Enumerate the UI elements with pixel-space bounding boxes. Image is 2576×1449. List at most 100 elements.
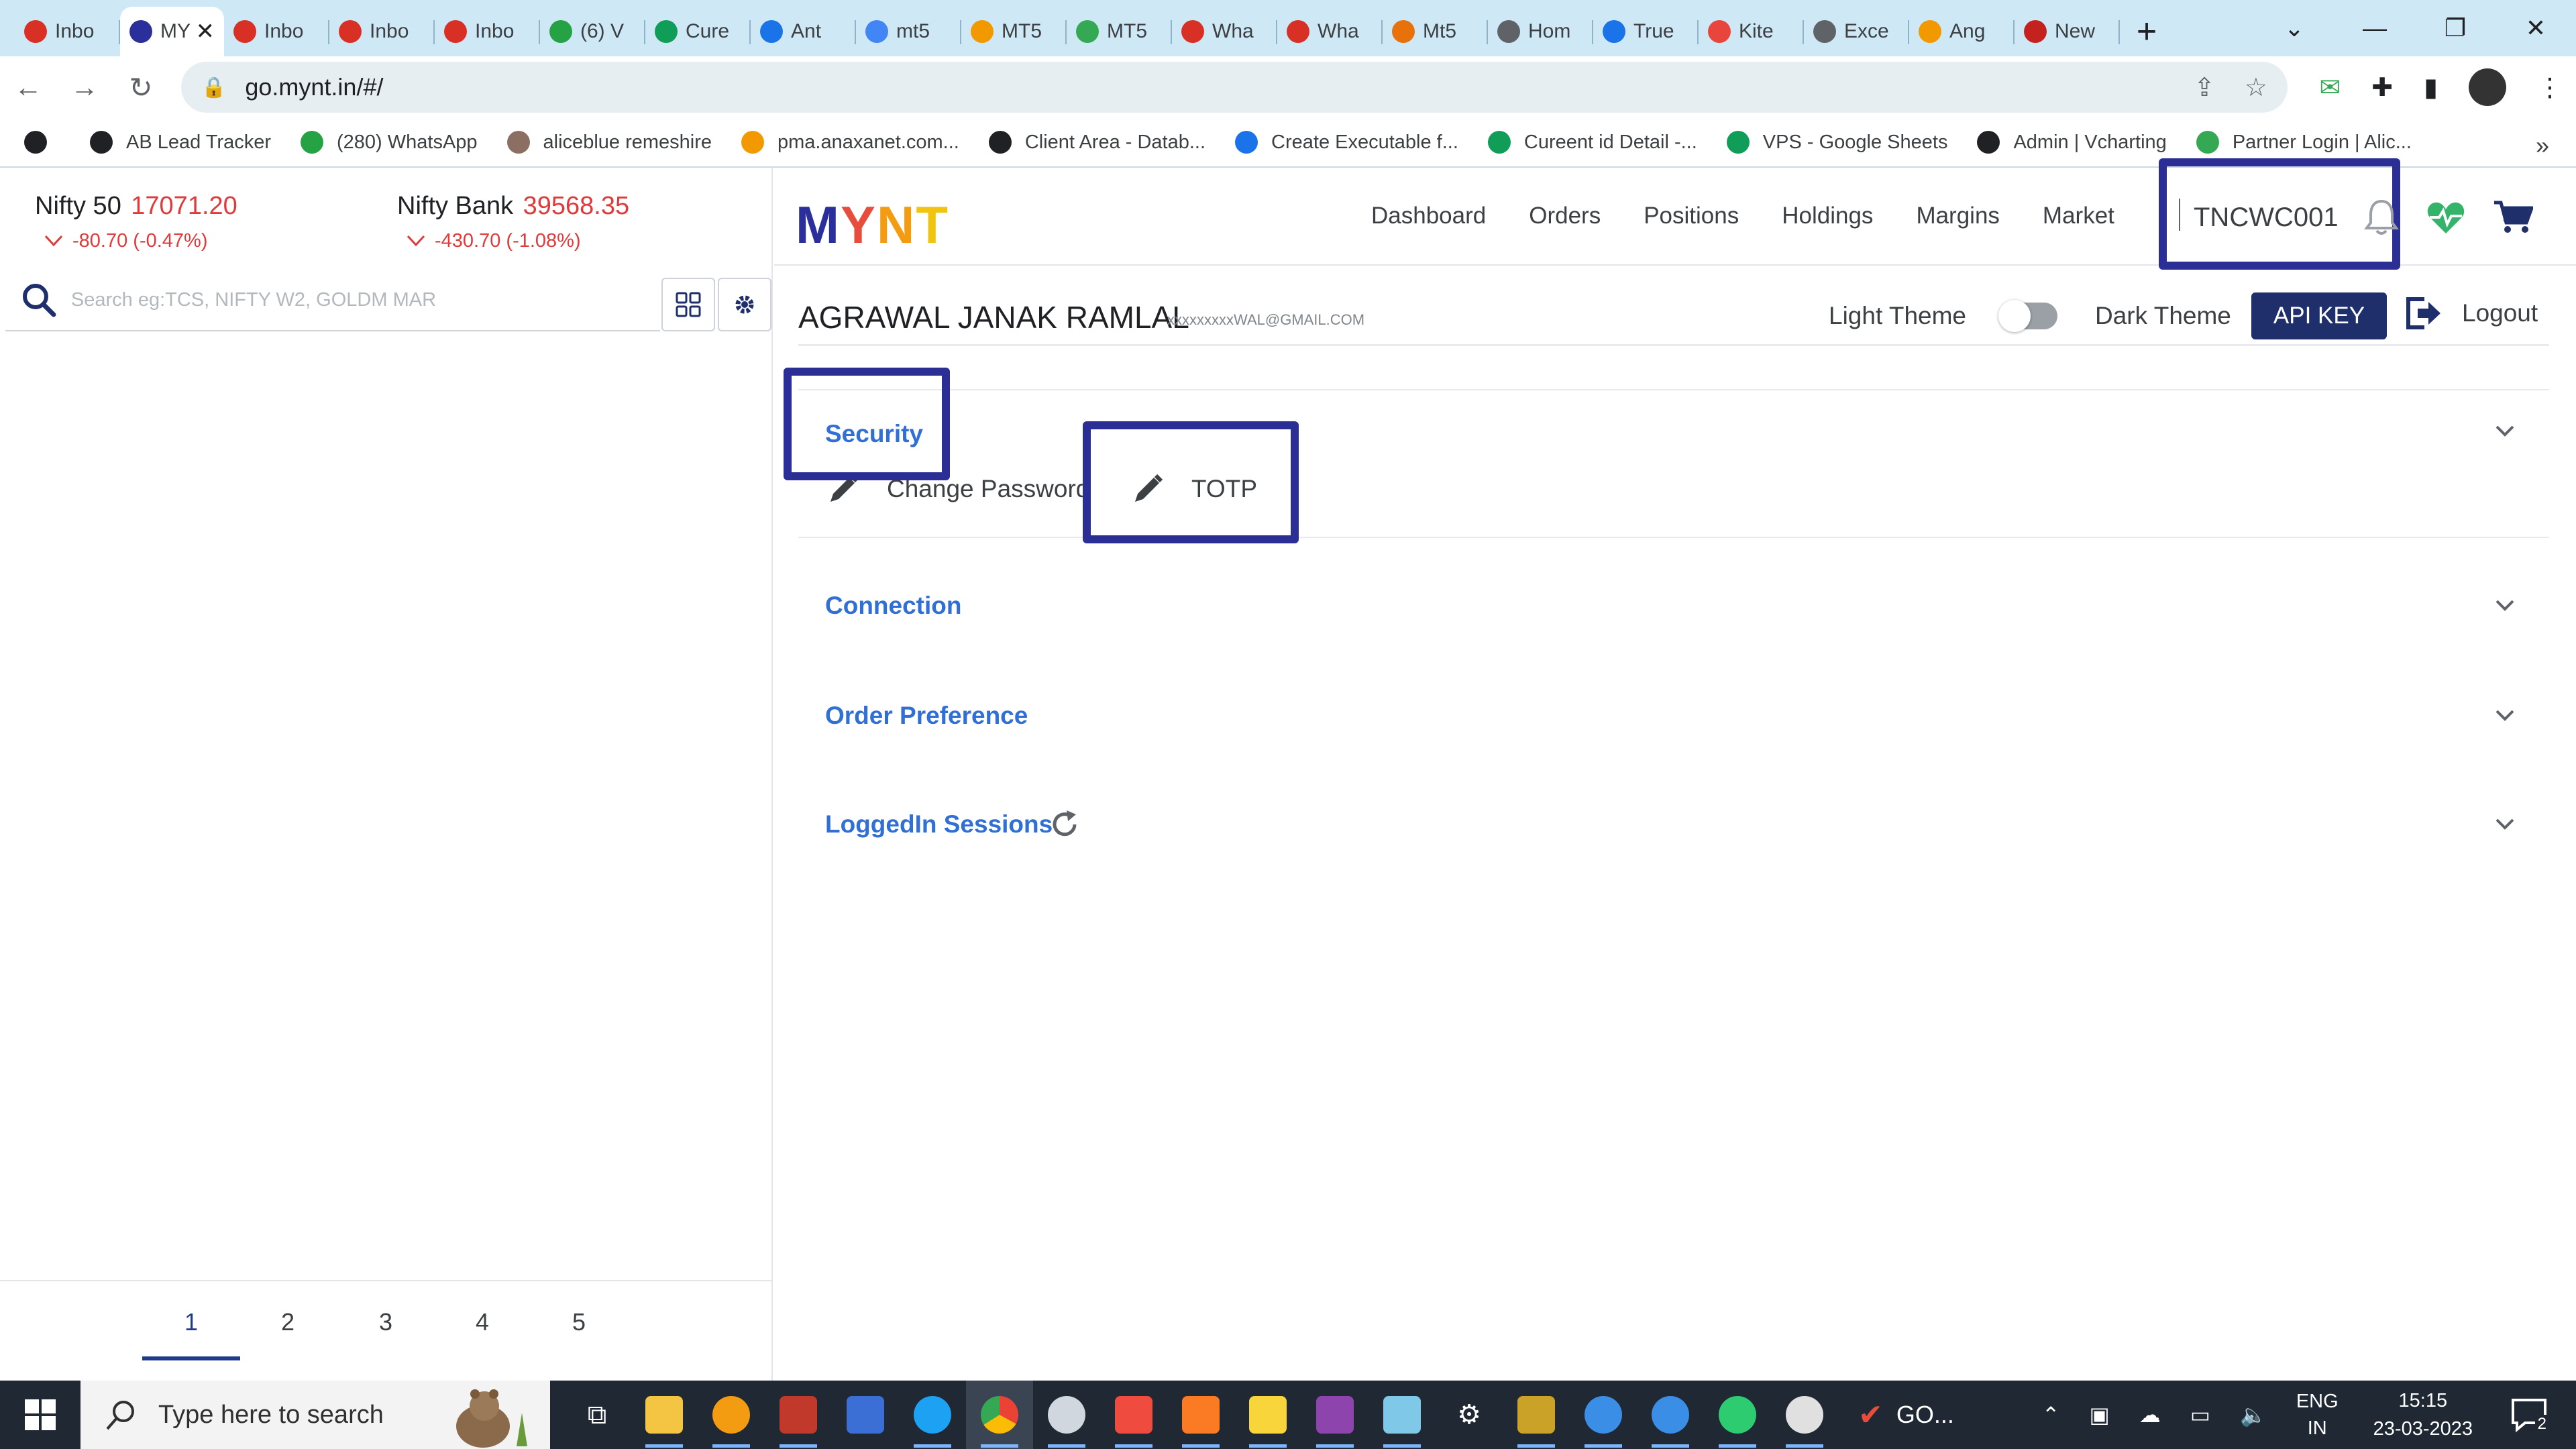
skype-icon[interactable]	[899, 1381, 966, 1449]
notepad-icon[interactable]	[1368, 1381, 1436, 1449]
cart-icon[interactable]	[2493, 199, 2533, 236]
chevron-down-icon[interactable]	[2491, 592, 2518, 619]
browser-tab[interactable]: Inbo	[435, 7, 540, 56]
side-panel-icon[interactable]: ▮	[2424, 72, 2438, 103]
search-input[interactable]	[70, 288, 660, 311]
chevron-down-icon[interactable]	[2491, 702, 2518, 729]
language-indicator[interactable]: ENG IN	[2296, 1388, 2339, 1442]
bookmark-item[interactable]: Client Area - Datab...	[988, 131, 1205, 154]
index-nifty50[interactable]: Nifty 50 17071.20 -80.70 (-0.47%)	[35, 192, 237, 252]
watchlist-settings-button[interactable]	[718, 278, 771, 331]
restore-icon[interactable]: ❐	[2415, 14, 2496, 42]
paint-icon[interactable]	[1771, 1381, 1838, 1449]
nav-positions[interactable]: Positions	[1644, 203, 1739, 229]
snipping-tool-icon[interactable]	[1033, 1381, 1100, 1449]
user-app-2-icon[interactable]	[1637, 1381, 1704, 1449]
page-tab-4[interactable]: 4	[433, 1308, 531, 1336]
metatrader-icon[interactable]	[1503, 1381, 1570, 1449]
section-title-order-preference[interactable]: Order Preference	[825, 702, 1028, 730]
minimize-icon[interactable]: —	[2334, 14, 2415, 42]
chevron-down-icon[interactable]	[2491, 417, 2518, 444]
search-app-icon[interactable]	[698, 1381, 765, 1449]
browser-tab[interactable]: Mt5	[1383, 7, 1488, 56]
meet-now-icon[interactable]: ▣	[2090, 1402, 2110, 1428]
network-app-icon[interactable]	[832, 1381, 899, 1449]
bookmark-item[interactable]: AB Lead Tracker	[90, 131, 271, 154]
taskbar-search[interactable]: Type here to search	[80, 1381, 550, 1449]
bookmark-item[interactable]: Create Executable f...	[1235, 131, 1458, 154]
browser-tab[interactable]: Cure	[645, 7, 751, 56]
api-key-button[interactable]: API KEY	[2251, 292, 2387, 339]
tab-search-icon[interactable]: ⌄	[2254, 14, 2334, 42]
bookmark-star-icon[interactable]: ☆	[2245, 72, 2267, 103]
new-tab-button[interactable]: +	[2120, 7, 2174, 56]
bell-icon[interactable]	[2364, 199, 2399, 236]
close-window-icon[interactable]: ✕	[2496, 14, 2576, 42]
apps-globe-icon[interactable]	[24, 131, 60, 154]
page-tab-5[interactable]: 5	[530, 1308, 628, 1336]
browser-tab[interactable]: (6) V	[540, 7, 645, 56]
browser-tab[interactable]: MYNT✕	[120, 7, 224, 56]
filezilla-icon[interactable]	[765, 1381, 832, 1449]
visual-studio-icon[interactable]	[1301, 1381, 1368, 1449]
user-app-icon[interactable]	[1570, 1381, 1637, 1449]
volume-icon[interactable]: 🔈	[2240, 1402, 2267, 1428]
bookmarks-overflow[interactable]: »	[2536, 131, 2549, 160]
health-heart-icon[interactable]	[2426, 199, 2466, 236]
chevron-down-icon[interactable]	[2491, 810, 2518, 837]
browser-tab[interactable]: Wha	[1172, 7, 1277, 56]
extensions-puzzle-icon[interactable]: ✚	[2371, 72, 2393, 103]
browser-tab[interactable]: Inbo	[329, 7, 435, 56]
metatrader-5-icon[interactable]	[1704, 1381, 1771, 1449]
settings-app-icon[interactable]: ⚙	[1436, 1381, 1503, 1449]
start-button[interactable]	[0, 1381, 80, 1449]
anydesk-icon[interactable]	[1100, 1381, 1167, 1449]
lock-icon[interactable]: 🔒	[201, 76, 226, 99]
sticky-notes-icon[interactable]	[1234, 1381, 1301, 1449]
theme-toggle[interactable]	[1998, 300, 2057, 332]
page-tab-1[interactable]: 1	[142, 1308, 240, 1360]
bookmark-item[interactable]: Cureent id Detail -...	[1487, 131, 1697, 154]
browser-tab[interactable]: Inbo	[15, 7, 120, 56]
browser-tab[interactable]: Ant	[751, 7, 856, 56]
bookmark-item[interactable]: VPS - Google Sheets	[1726, 131, 1947, 154]
bookmark-item[interactable]: Admin | Vcharting	[1977, 131, 2167, 154]
xampp-icon[interactable]	[1167, 1381, 1234, 1449]
section-title-connection[interactable]: Connection	[825, 592, 961, 620]
battery-icon[interactable]: ▭	[2190, 1402, 2210, 1428]
section-title-loggedin-sessions[interactable]: LoggedIn Sessions	[825, 810, 1053, 839]
browser-tab[interactable]: Wha	[1277, 7, 1383, 56]
clock[interactable]: 15:15 23-03-2023	[2373, 1387, 2473, 1443]
nav-holdings[interactable]: Holdings	[1782, 203, 1873, 229]
browser-tab[interactable]: Exce	[1804, 7, 1909, 56]
nav-orders[interactable]: Orders	[1529, 203, 1601, 229]
browser-tab[interactable]: mt5	[856, 7, 961, 56]
extension-inbox-icon[interactable]: ✉	[2319, 72, 2341, 103]
notification-center-icon[interactable]: 2	[2509, 1395, 2549, 1435]
task-view-icon[interactable]: ⧉	[564, 1381, 631, 1449]
index-niftybank[interactable]: Nifty Bank 39568.35 -430.70 (-1.08%)	[397, 192, 629, 252]
browser-tab[interactable]: Inbo	[224, 7, 329, 56]
chrome-icon[interactable]	[966, 1381, 1033, 1449]
grid-view-button[interactable]	[661, 278, 715, 331]
bookmark-item[interactable]: (280) WhatsApp	[301, 131, 478, 154]
page-tab-2[interactable]: 2	[239, 1308, 337, 1336]
onedrive-icon[interactable]: ☁	[2139, 1402, 2161, 1428]
forward-icon[interactable]: →	[56, 71, 113, 103]
bookmark-item[interactable]: aliceblue remeshire	[506, 131, 712, 154]
browser-tab[interactable]: MT5	[1067, 7, 1172, 56]
address-bar[interactable]: 🔒 go.mynt.in/#/ ⇪ ☆	[181, 62, 2288, 113]
browser-tab[interactable]: New	[2015, 7, 2120, 56]
logout-button[interactable]: Logout	[2404, 297, 2538, 330]
reload-icon[interactable]: ↻	[113, 71, 169, 104]
browser-tab[interactable]: Ang	[1909, 7, 2015, 56]
back-icon[interactable]: ←	[0, 71, 56, 103]
nav-dashboard[interactable]: Dashboard	[1371, 203, 1486, 229]
browser-tab[interactable]: True	[1593, 7, 1699, 56]
browser-tab[interactable]: MT5	[961, 7, 1067, 56]
running-app-go[interactable]: ✔ GO...	[1858, 1398, 1954, 1432]
refresh-icon[interactable]	[1048, 808, 1081, 841]
tab-close-icon[interactable]: ✕	[196, 18, 215, 45]
share-icon[interactable]: ⇪	[2194, 72, 2215, 103]
nav-margins[interactable]: Margins	[1916, 203, 1999, 229]
